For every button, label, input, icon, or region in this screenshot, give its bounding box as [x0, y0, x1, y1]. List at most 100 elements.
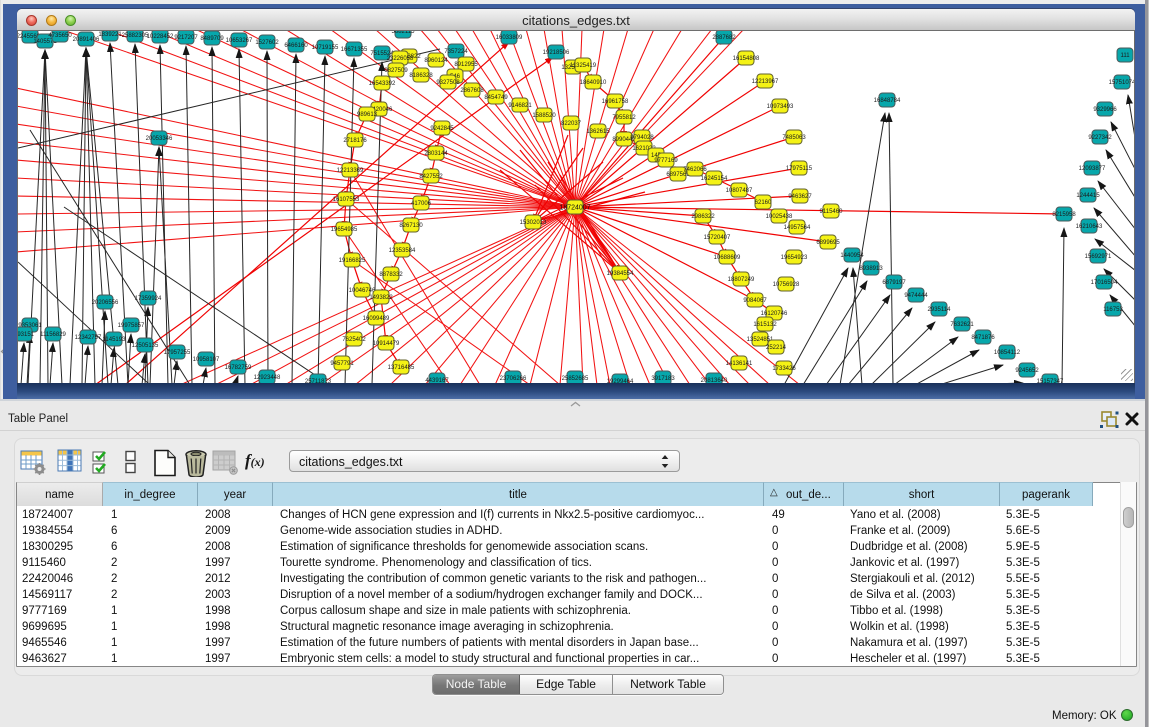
svg-text:18724007: 18724007 [559, 205, 590, 212]
svg-text:8489709: 8489709 [200, 36, 224, 42]
svg-text:989613: 989613 [357, 112, 378, 118]
svg-text:6879197: 6879197 [882, 280, 906, 286]
svg-text:18807249: 18807249 [728, 277, 755, 283]
svg-text:10756928: 10756928 [773, 282, 800, 288]
svg-text:16099489: 16099489 [363, 316, 390, 322]
svg-text:19166825: 19166825 [339, 258, 366, 264]
svg-text:1493822: 1493822 [369, 295, 393, 301]
svg-text:19218506: 19218506 [543, 50, 570, 56]
svg-text:8878332: 8878332 [379, 272, 403, 278]
svg-text:8471876: 8471876 [971, 335, 995, 341]
svg-text:19975857: 19975857 [118, 323, 145, 329]
svg-text:17359924: 17359924 [135, 296, 162, 302]
svg-text:4439167: 4439167 [425, 378, 449, 383]
svg-text:2867608: 2867608 [460, 88, 484, 94]
svg-text:10973493: 10973493 [767, 104, 794, 110]
svg-text:9115460: 9115460 [820, 209, 844, 215]
svg-text:1839221: 1839221 [98, 32, 122, 38]
svg-text:10046746: 10046746 [349, 288, 376, 294]
svg-text:19654923: 19654923 [781, 255, 808, 261]
svg-text:8186328: 8186328 [409, 73, 433, 79]
svg-text:10025438: 10025438 [766, 214, 793, 220]
svg-text:7357224: 7357224 [444, 49, 468, 55]
svg-text:111: 111 [1120, 53, 1130, 59]
svg-text:9084067: 9084067 [743, 298, 767, 304]
svg-text:1440954: 1440954 [840, 253, 864, 259]
svg-text:8215958: 8215958 [1052, 212, 1076, 218]
svg-text:15692971: 15692971 [1085, 254, 1112, 260]
svg-text:16671355: 16671355 [341, 47, 368, 53]
svg-text:10653267: 10653267 [226, 38, 253, 44]
svg-text:16543392: 16543392 [369, 81, 396, 87]
svg-text:15302013: 15302013 [520, 220, 547, 226]
svg-text:7485063: 7485063 [782, 135, 806, 141]
svg-text:8267130: 8267130 [399, 223, 423, 229]
svg-text:393151: 393151 [18, 332, 35, 338]
svg-text:16848784: 16848784 [874, 98, 901, 104]
svg-text:16107553: 16107553 [333, 197, 360, 203]
svg-text:8454749: 8454749 [484, 95, 508, 101]
svg-text:1588520: 1588520 [532, 113, 556, 119]
svg-text:7462066: 7462066 [683, 167, 707, 173]
svg-text:17957255: 17957255 [164, 350, 191, 356]
svg-text:16033809: 16033809 [496, 35, 523, 41]
svg-text:12342757: 12342757 [75, 335, 102, 341]
svg-text:11325419: 11325419 [570, 63, 597, 69]
svg-text:25852685: 25852685 [562, 376, 589, 382]
svg-text:20206556: 20206556 [92, 300, 119, 306]
svg-text:19299464: 19299464 [607, 379, 634, 383]
svg-text:1733426: 1733426 [772, 366, 796, 372]
svg-text:9227342: 9227342 [1088, 135, 1112, 141]
svg-text:17016504: 17016504 [1091, 280, 1118, 286]
svg-text:10958107: 10958107 [193, 357, 220, 363]
svg-text:7625402: 7625402 [342, 337, 366, 343]
svg-text:9827509: 9827509 [384, 68, 408, 74]
svg-text:12093877: 12093877 [1079, 166, 1106, 172]
svg-text:12353584: 12353584 [389, 248, 416, 254]
svg-text:2986322: 2986322 [691, 214, 715, 220]
svg-text:13716485: 13716485 [388, 365, 415, 371]
svg-text:18640910: 18640910 [580, 80, 607, 86]
svg-text:23226058: 23226058 [387, 56, 414, 62]
svg-text:1244415: 1244415 [1076, 193, 1100, 199]
svg-text:9474444: 9474444 [904, 293, 928, 299]
svg-text:10228452: 10228452 [147, 34, 174, 40]
svg-text:2803144: 2803144 [424, 151, 448, 157]
svg-text:16782759: 16782759 [225, 365, 252, 371]
svg-text:10854112: 10854112 [994, 350, 1021, 356]
svg-text:20891406: 20891406 [73, 37, 100, 43]
svg-text:1527602: 1527602 [255, 40, 279, 46]
svg-text:20813640: 20813640 [701, 378, 728, 383]
svg-text:14136141: 14136141 [726, 361, 753, 367]
svg-text:6466160: 6466160 [284, 43, 308, 49]
svg-text:9463627: 9463627 [788, 194, 812, 200]
svg-text:4735650: 4735650 [48, 33, 72, 39]
svg-text:1362615: 1362615 [586, 129, 610, 135]
svg-text:6899695: 6899695 [816, 240, 840, 246]
svg-text:12213967: 12213967 [752, 79, 779, 85]
svg-text:10807487: 10807487 [726, 188, 753, 194]
svg-text:1145193: 1145193 [103, 337, 127, 343]
svg-text:14957564: 14957564 [784, 225, 811, 231]
svg-text:7955812: 7955812 [612, 115, 636, 121]
svg-text:16120746: 16120746 [761, 311, 788, 317]
svg-text:9242845: 9242845 [430, 126, 454, 132]
svg-text:7632621: 7632621 [950, 322, 974, 328]
svg-text:12923448: 12923448 [254, 375, 281, 381]
svg-text:15157347: 15157347 [1037, 379, 1064, 383]
svg-text:252214: 252214 [766, 345, 787, 351]
svg-text:2718176: 2718176 [343, 138, 367, 144]
svg-text:8912955: 8912955 [454, 62, 478, 68]
svg-text:2935114: 2935114 [928, 307, 952, 313]
svg-text:8427552: 8427552 [419, 174, 443, 180]
svg-text:10688609: 10688609 [714, 255, 741, 261]
svg-text:16961758: 16961758 [602, 99, 629, 105]
svg-text:19384554: 19384554 [607, 271, 634, 277]
svg-text:25711873: 25711873 [305, 379, 332, 383]
svg-text:12213369: 12213369 [337, 168, 364, 174]
svg-text:11156829: 11156829 [40, 332, 66, 338]
svg-text:20053346: 20053346 [146, 136, 173, 142]
svg-text:9327508: 9327508 [436, 80, 460, 86]
svg-text:23706266: 23706266 [500, 376, 527, 382]
svg-text:5682115: 5682115 [392, 31, 416, 35]
